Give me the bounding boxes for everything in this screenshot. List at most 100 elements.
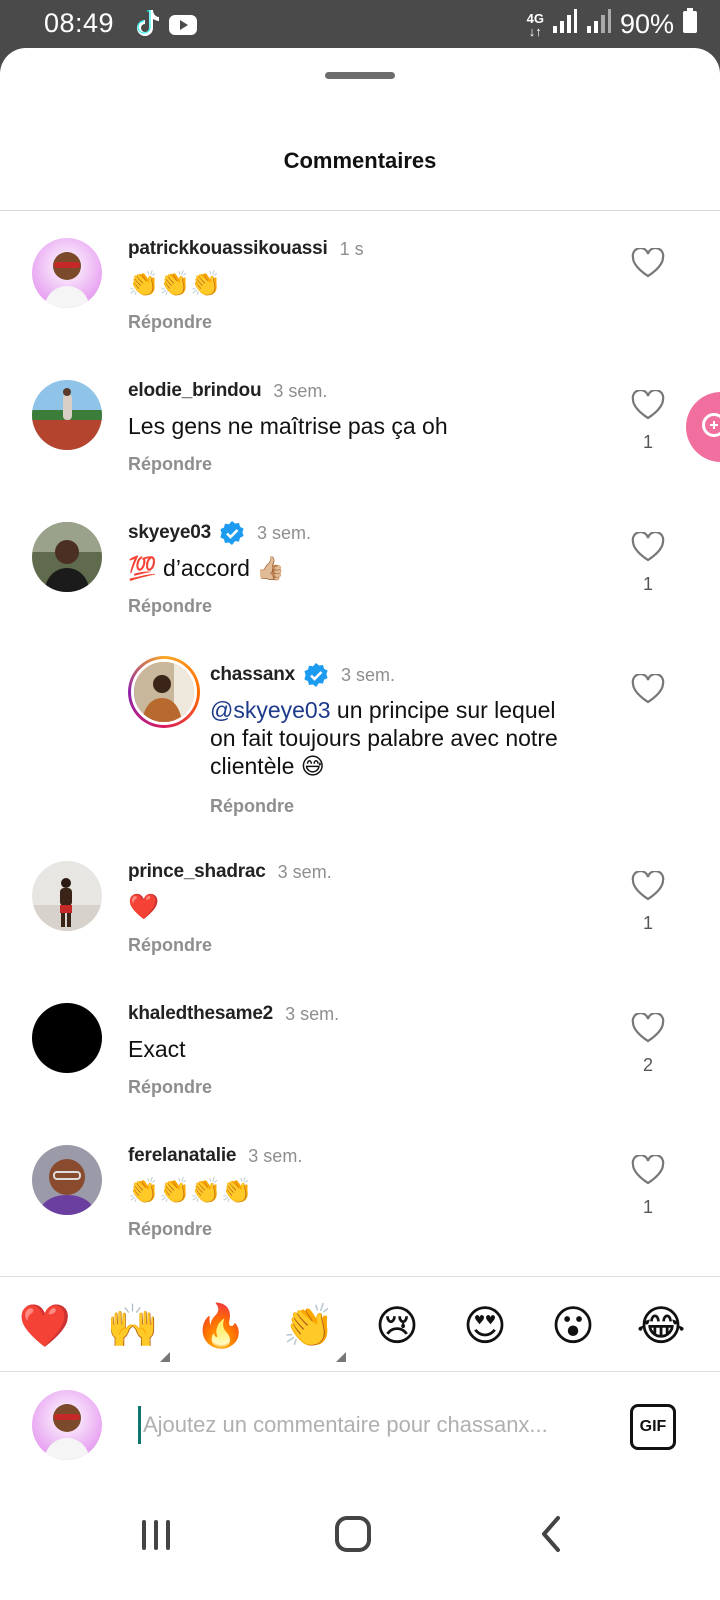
quick-reactions-bar: ❤️ 🙌 🔥 👏 😢 😍 😮 😂: [0, 1288, 720, 1368]
comment-text: ❤️: [128, 892, 160, 921]
like-button[interactable]: 1: [630, 532, 666, 595]
like-count: 2: [642, 1055, 653, 1075]
plus-icon: [702, 413, 720, 437]
avatar[interactable]: [32, 522, 102, 592]
like-button[interactable]: 1: [630, 1155, 666, 1218]
comment-line-2: on fait toujours palabre avec notre: [210, 725, 558, 751]
comment-line-3: clientèle 😅: [210, 753, 325, 779]
comments-sheet: Commentaires patrickkouassikouassi 1 s 👏…: [0, 48, 720, 1600]
comment-input[interactable]: [138, 1406, 615, 1444]
comment-meta: skyeye03 3 sem.: [128, 520, 311, 546]
reaction-surprised[interactable]: 😮: [542, 1296, 604, 1356]
reaction-laughing[interactable]: 😂: [630, 1296, 692, 1356]
comment-username[interactable]: khaledthesame2: [128, 1003, 273, 1025]
comment-timestamp: 3 sem.: [285, 1003, 340, 1024]
status-bar: 08:49 4G ↓↑ 90%: [0, 0, 720, 48]
comment-username[interactable]: prince_shadrac: [128, 861, 266, 883]
reply-button[interactable]: Répondre: [128, 1077, 212, 1098]
tiktok-icon: [134, 8, 160, 45]
avatar[interactable]: [32, 1003, 102, 1073]
divider: [0, 1276, 720, 1277]
heart-icon: [631, 871, 665, 901]
comment-composer: GIF: [0, 1386, 720, 1466]
own-avatar: [32, 1390, 102, 1460]
reply-button[interactable]: Répondre: [210, 796, 294, 817]
heart-icon: [631, 1155, 665, 1185]
comment-text: Exact: [128, 1036, 186, 1062]
like-button[interactable]: [630, 248, 666, 290]
comment-username[interactable]: ferelanatalie: [128, 1145, 236, 1167]
heart-icon: [631, 248, 665, 278]
signal-icon-2: [586, 8, 612, 41]
status-time: 08:49: [44, 8, 115, 38]
reaction-crying[interactable]: 😢: [366, 1296, 428, 1356]
signal-icon: [552, 8, 578, 41]
like-button[interactable]: 1: [630, 871, 666, 934]
comment-text: @skyeye03 un principe sur lequel on fait…: [210, 696, 590, 780]
comment-username[interactable]: skyeye03: [128, 522, 211, 544]
comment-text: Les gens ne maîtrise pas ça oh: [128, 413, 448, 439]
reaction-raised-hands[interactable]: 🙌: [102, 1296, 170, 1362]
battery-icon: [682, 8, 698, 41]
battery-percent: 90%: [619, 9, 674, 39]
system-nav-bar: [0, 1482, 720, 1600]
comment-text: 💯 d’accord 👍🏼: [128, 555, 285, 581]
skin-tone-indicator: [160, 1352, 170, 1362]
story-ring-avatar[interactable]: [128, 656, 200, 728]
reaction-heart-eyes[interactable]: 😍: [454, 1296, 516, 1356]
status-right: 4G ↓↑ 90%: [527, 8, 698, 41]
network-type: 4G ↓↑: [526, 10, 544, 39]
reaction-heart[interactable]: ❤️: [14, 1296, 76, 1356]
like-count: 1: [642, 432, 653, 452]
comment-text: 👏👏👏👏: [128, 1176, 253, 1205]
comment-text: 👏👏👏: [128, 269, 222, 298]
comment-username[interactable]: chassanx: [210, 664, 295, 686]
reply-button[interactable]: Répondre: [128, 1219, 212, 1240]
mention-link[interactable]: @skyeye03: [210, 697, 331, 723]
comment-timestamp: 3 sem.: [248, 1145, 303, 1166]
like-button[interactable]: 2: [630, 1013, 666, 1076]
comment-username[interactable]: patrickkouassikouassi: [128, 238, 328, 260]
reply-button[interactable]: Répondre: [128, 935, 212, 956]
comment-timestamp: 3 sem.: [277, 861, 332, 882]
reaction-fire[interactable]: 🔥: [190, 1296, 252, 1356]
gif-button[interactable]: GIF: [630, 1404, 676, 1450]
comment-timestamp: 3 sem.: [273, 380, 328, 401]
sheet-title: Commentaires: [283, 148, 437, 173]
reaction-clap[interactable]: 👏: [278, 1296, 346, 1362]
avatar[interactable]: [32, 1145, 102, 1215]
avatar[interactable]: [32, 380, 102, 450]
comment-username[interactable]: elodie_brindou: [128, 380, 262, 402]
reply-button[interactable]: Répondre: [128, 312, 212, 333]
comment-timestamp: 3 sem.: [256, 522, 311, 543]
skin-tone-indicator: [336, 1352, 346, 1362]
like-button[interactable]: [630, 674, 666, 716]
like-count: 1: [642, 574, 653, 594]
heart-icon: [631, 1013, 665, 1043]
comment-meta: patrickkouassikouassi 1 s: [128, 236, 364, 262]
back-icon[interactable]: [522, 1504, 582, 1564]
home-icon[interactable]: [324, 1504, 384, 1564]
divider: [0, 1371, 720, 1372]
comment-timestamp: 1 s: [339, 238, 364, 259]
verified-badge-icon: [219, 520, 245, 546]
comment-meta: khaledthesame2 3 sem.: [128, 1001, 339, 1027]
comment-meta: ferelanatalie 3 sem.: [128, 1143, 302, 1169]
reply-button[interactable]: Répondre: [128, 596, 212, 617]
comment-meta: chassanx 3 sem.: [210, 662, 395, 688]
like-button[interactable]: 1: [630, 390, 666, 453]
heart-icon: [631, 674, 665, 704]
avatar[interactable]: [32, 238, 102, 308]
verified-badge-icon: [303, 662, 329, 688]
heart-icon: [631, 532, 665, 562]
heart-icon: [631, 390, 665, 420]
youtube-icon: [168, 12, 198, 43]
comment-line-1: @skyeye03 un principe sur lequel: [210, 697, 556, 723]
comment-timestamp: 3 sem.: [341, 664, 396, 685]
recent-apps-icon[interactable]: [126, 1504, 186, 1564]
sheet-drag-handle[interactable]: [325, 72, 395, 79]
floating-add-button[interactable]: [686, 392, 720, 462]
reply-button[interactable]: Répondre: [128, 454, 212, 475]
comment-meta: prince_shadrac 3 sem.: [128, 859, 332, 885]
avatar[interactable]: [32, 861, 102, 931]
